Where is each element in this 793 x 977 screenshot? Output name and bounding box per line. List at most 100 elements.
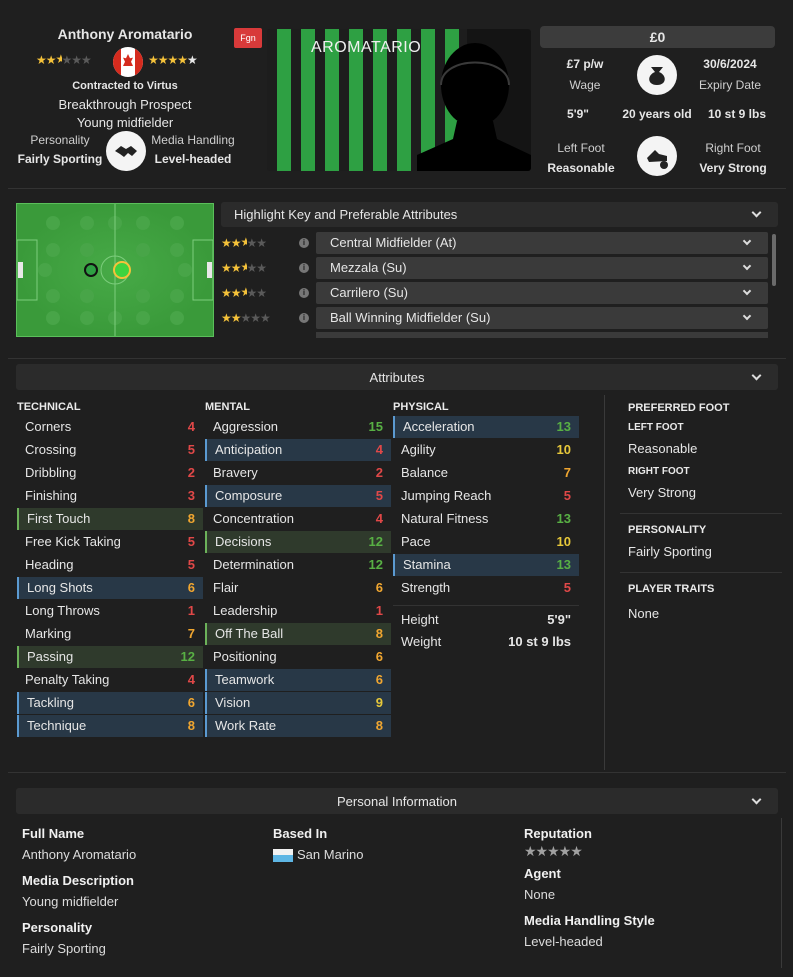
info-icon[interactable]: i [299,263,309,273]
attribute-name: Passing [27,649,74,664]
player-silhouette-icon [417,43,531,171]
attribute-row[interactable]: Passing 12 [17,646,203,668]
attribute-name: Long Throws [25,603,100,618]
attribute-row[interactable]: Technique 8 [17,715,203,737]
attribute-row[interactable]: Agility 10 [393,439,579,461]
attribute-row[interactable]: Determination 12 [205,554,391,576]
attribute-value: 12 [368,557,383,572]
attribute-row[interactable]: Tackling 6 [17,692,203,714]
role-select[interactable]: Carrilero (Su) [316,282,768,304]
attribute-row[interactable]: Penalty Taking 4 [17,669,203,691]
attribute-value: 5 [563,488,571,503]
attribute-row[interactable]: Marking 7 [17,623,203,645]
attribute-row[interactable]: Dribbling 2 [17,462,203,484]
attribute-name: Composure [215,488,283,503]
attribute-name: Crossing [25,442,77,457]
attribute-name: Strength [401,580,451,595]
attribute-row[interactable]: Free Kick Taking 5 [17,531,203,553]
media-description-label: Media Description [22,873,134,888]
attribute-value: 5 [187,442,195,457]
role-row[interactable]: ★★★★★ i Carrilero (Su) [221,282,769,304]
personal-info-title: Personal Information [337,794,457,809]
media-description-value: Young midfielder [22,894,119,909]
divider [620,572,782,573]
attribute-name: Vision [215,695,251,710]
attribute-name: Natural Fitness [401,511,489,526]
attribute-name: Marking [25,626,72,641]
info-icon[interactable]: i [299,238,309,248]
personality-label: Personality [30,133,90,147]
attribute-row[interactable]: Jumping Reach 5 [393,485,579,507]
attribute-name: Finishing [25,488,78,503]
position-pitch[interactable] [16,203,214,337]
attribute-row[interactable]: Work Rate 8 [205,715,391,737]
attribute-row[interactable]: Flair 6 [205,577,391,599]
attribute-name: Dribbling [25,465,77,480]
attribute-row[interactable]: Natural Fitness 13 [393,508,579,530]
role-label: Central Midfielder (At) [330,235,457,250]
attribute-row[interactable]: Long Shots 6 [17,577,203,599]
info-icon[interactable]: i [299,288,309,298]
attribute-row[interactable]: Composure 5 [205,485,391,507]
attribute-row[interactable]: Acceleration 13 [393,416,579,438]
attribute-name: Off The Ball [215,626,284,641]
attribute-row[interactable]: Off The Ball 8 [205,623,391,645]
attribute-value: 4 [375,442,383,457]
attribute-row[interactable]: Concentration 4 [205,508,391,530]
player-description: Young midfielder [76,115,174,130]
role-select[interactable]: Central Midfielder (At) [316,232,768,254]
attribute-row[interactable]: Corners 4 [17,416,203,438]
attribute-name: Positioning [213,649,277,664]
divider [393,605,579,606]
attribute-name: First Touch [27,511,91,526]
media-handling-label: Media Handling [151,133,235,147]
role-row[interactable]: ★★★★★ i Ball Winning Midfielder (Su) [221,307,769,329]
left-foot-label: Left Foot [557,141,605,155]
attribute-row[interactable]: Leadership 1 [205,600,391,622]
attribute-name: Bravery [213,465,258,480]
attribute-row[interactable]: Heading 5 [17,554,203,576]
attribute-value: 12 [368,534,383,549]
attribute-row[interactable]: Pace 10 [393,531,579,553]
canada-flag-icon [113,47,143,77]
attribute-row[interactable]: Teamwork 6 [205,669,391,691]
role-row-partial [316,332,768,338]
personal-info-header[interactable]: Personal Information [16,788,778,814]
attribute-row[interactable]: Balance 7 [393,462,579,484]
expiry-date: 30/6/2024 [703,57,757,71]
attribute-row[interactable]: Anticipation 4 [205,439,391,461]
role-label: Mezzala (Su) [330,260,407,275]
chevron-down-icon [742,286,752,296]
role-row[interactable]: ★★★★★ i Central Midfielder (At) [221,232,769,254]
attribute-value: 13 [556,511,571,526]
attributes-panel-header[interactable]: Attributes [16,364,778,390]
attribute-row[interactable]: Strength 5 [393,577,579,599]
role-list-scrollbar[interactable] [772,234,776,286]
attribute-row[interactable]: Stamina 13 [393,554,579,576]
role-select[interactable]: Ball Winning Midfielder (Su) [316,307,768,329]
role-list: ★★★★★ i Central Midfielder (At) ★★★★★ i … [221,232,769,338]
attribute-row[interactable]: Decisions 12 [205,531,391,553]
role-row[interactable]: ★★★★★ i Mezzala (Su) [221,257,769,279]
attribute-name: Tackling [27,695,74,710]
attribute-row[interactable]: Positioning 6 [205,646,391,668]
attributes-title: Attributes [369,370,425,385]
attribute-row[interactable]: Vision 9 [205,692,391,714]
attribute-row[interactable]: Finishing 3 [17,485,203,507]
physical-attributes: Acceleration 13 Agility 10 Balance 7 Jumping R… [393,416,579,602]
attribute-row[interactable]: Crossing 5 [17,439,203,461]
attribute-value: 8 [187,718,195,733]
foreign-status-badge[interactable]: Fgn [234,28,262,48]
attribute-row[interactable]: Bravery 2 [205,462,391,484]
attribute-row[interactable]: Aggression 15 [205,416,391,438]
attribute-row[interactable]: Long Throws 1 [17,600,203,622]
wage-label: Wage [569,78,601,92]
attribute-row[interactable]: First Touch 8 [17,508,203,530]
info-icon[interactable]: i [299,313,309,323]
right-foot-title: RIGHT FOOT [628,466,690,477]
physical-title: PHYSICAL [393,401,449,413]
shirt-name: AROMATARIO [311,39,422,56]
roles-dropdown[interactable]: Highlight Key and Preferable Attributes [221,202,778,227]
role-select[interactable]: Mezzala (Su) [316,257,768,279]
attribute-value: 9 [375,695,383,710]
